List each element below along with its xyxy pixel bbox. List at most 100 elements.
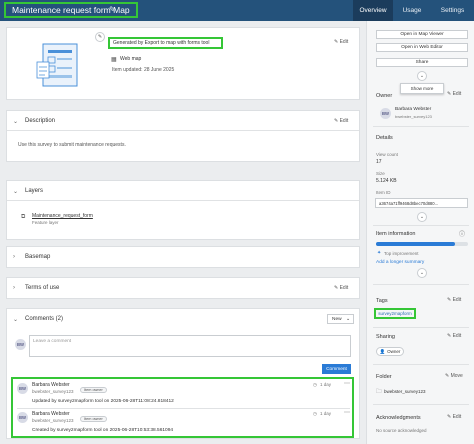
comments-heading: Comments (2): [25, 316, 64, 322]
layers-card: ⌄ Layers ⧉ Maintenance_request_form Feat…: [6, 180, 360, 240]
divider: [373, 284, 469, 285]
comment-text: Updated by survey2mapform tool on 2025-0…: [32, 399, 174, 404]
terms-edit-label[interactable]: Edit: [340, 285, 349, 291]
terms-card[interactable]: › Terms of use ✎ Edit: [6, 277, 360, 299]
move-folder-link[interactable]: ✎ Move: [445, 373, 463, 379]
avatar: BW: [380, 108, 391, 119]
tab-settings[interactable]: Settings: [431, 0, 474, 21]
chevron-down-icon[interactable]: ⌄: [417, 71, 427, 81]
edit-title-icon[interactable]: ✎: [109, 5, 116, 14]
item-id-field[interactable]: a3674a71ff9468d8bec70d880...: [375, 198, 468, 208]
move-label[interactable]: Move: [451, 373, 463, 379]
sharing-heading: Sharing: [376, 334, 395, 340]
owner-username: bwebster_survey123: [395, 114, 432, 119]
chevron-down-icon[interactable]: ⌄: [13, 188, 18, 195]
divider: [373, 126, 469, 127]
tags-edit-label[interactable]: Edit: [453, 297, 462, 303]
share-button[interactable]: Share: [376, 58, 468, 67]
status-badge: Item owner: [80, 416, 107, 422]
item-id-value: a3674a71ff9468d8bec70d880...: [379, 200, 439, 206]
summary-card: ✎ Generated by Export to map with forms …: [6, 27, 360, 100]
folder-value: bwebster_survey123: [384, 389, 426, 394]
folder-icon: 🗀: [376, 389, 382, 395]
acknowledgments-heading: Acknowledgments: [376, 415, 421, 421]
layer-link[interactable]: Maintenance_request_form: [32, 213, 93, 219]
avatar: BW: [15, 339, 26, 350]
comment-text: Created by survey2mapform tool on 2025-0…: [32, 428, 174, 433]
owner-name[interactable]: Barbara Webster: [395, 107, 431, 112]
more-options-icon[interactable]: ⋯: [344, 409, 350, 416]
item-id-label: Item ID: [376, 190, 391, 195]
chevron-down-icon[interactable]: ⌄: [417, 268, 427, 278]
top-improvement-icon: ✦: [377, 250, 382, 256]
person-icon: 👤: [379, 348, 386, 354]
size-label: Size: [376, 171, 385, 176]
summary-edit-label[interactable]: Edit: [340, 39, 349, 45]
owner-edit-link[interactable]: ✎ Edit: [447, 91, 461, 97]
open-map-viewer-button[interactable]: Open in Map Viewer: [376, 30, 468, 39]
tab-usage[interactable]: Usage: [393, 0, 431, 21]
tab-overview[interactable]: Overview: [353, 0, 393, 21]
divider: [7, 200, 359, 201]
divider: [7, 130, 359, 131]
divider: [17, 408, 350, 409]
page-title: Maintenance request form Map: [4, 2, 138, 18]
main-content: ✎ Generated by Export to map with forms …: [0, 21, 366, 444]
comment-time: 1 day: [320, 411, 332, 416]
divider: [373, 327, 469, 328]
divider: [373, 404, 469, 405]
clock-icon: ◷: [313, 382, 317, 387]
terms-edit-link[interactable]: ✎ Edit: [334, 285, 348, 291]
comment-time: 1 day: [320, 382, 332, 387]
edit-thumbnail-button[interactable]: ✎: [95, 32, 105, 42]
divider: [373, 364, 469, 365]
chevron-down-icon[interactable]: ⌄: [13, 118, 18, 125]
chevron-right-icon[interactable]: ›: [13, 285, 15, 291]
view-count-label: View count: [376, 152, 398, 157]
chevron-right-icon[interactable]: ›: [13, 254, 15, 260]
chevron-down-icon[interactable]: ⌄: [13, 316, 18, 323]
comment-input[interactable]: Leave a comment: [29, 335, 351, 357]
folder-heading: Folder: [376, 374, 392, 380]
ack-edit-link[interactable]: ✎ Edit: [447, 414, 461, 420]
tag-chip[interactable]: survey2mapform: [374, 308, 416, 319]
layers-heading: Layers: [25, 188, 44, 194]
comments-list: BW Barbara Webster bwebster_survey123 It…: [11, 377, 354, 438]
ack-edit-label[interactable]: Edit: [453, 414, 462, 420]
more-options-icon[interactable]: ⋯: [344, 380, 350, 387]
comment-username: bwebster_survey123: [32, 389, 74, 394]
item-info-progress: [376, 242, 468, 246]
sharing-edit-link[interactable]: ✎ Edit: [447, 333, 461, 339]
size-value: 5.124 KB: [376, 178, 397, 184]
description-edit-link[interactable]: ✎ Edit: [334, 118, 348, 124]
basemap-card[interactable]: › Basemap: [6, 246, 360, 268]
clock-icon: ◷: [313, 411, 317, 416]
sort-select[interactable]: New ⌄: [327, 314, 354, 324]
tags-edit-link[interactable]: ✎ Edit: [447, 297, 461, 303]
terms-heading: Terms of use: [25, 285, 60, 291]
avatar: BW: [17, 412, 28, 423]
avatar: BW: [17, 383, 28, 394]
description-edit-label[interactable]: Edit: [340, 118, 349, 124]
view-count: 17: [376, 159, 382, 165]
sharing-chip: 👤 Owner: [376, 347, 404, 356]
open-web-editor-button[interactable]: Open in Web Editor: [376, 43, 468, 52]
show-more-tooltip: Show more: [400, 83, 444, 94]
item-info-status: Top improvement: [384, 251, 419, 256]
comment-author: Barbara Webster: [32, 382, 70, 388]
chevron-down-icon: ⌄: [345, 316, 350, 322]
summary-edit-link[interactable]: ✎ Edit: [334, 39, 348, 45]
sharing-edit-label[interactable]: Edit: [453, 333, 462, 339]
add-summary-link[interactable]: Add a longer summary: [376, 260, 424, 265]
chevron-down-icon[interactable]: ⌄: [417, 212, 427, 222]
sort-value: New: [332, 316, 342, 322]
item-info-progress-fill: [376, 242, 456, 246]
item-info-heading: Item information: [376, 231, 416, 237]
owner-edit-label[interactable]: Edit: [453, 91, 462, 97]
description-card: ⌄ Description ✎ Edit Use this survey to …: [6, 110, 360, 162]
sharing-value: Owner: [387, 349, 401, 354]
status-badge: Item owner: [80, 387, 107, 393]
sidebar: Open in Map Viewer Open in Web Editor Sh…: [366, 21, 474, 444]
comment-submit-button[interactable]: Comment: [322, 364, 351, 374]
info-icon[interactable]: ⓘ: [459, 229, 465, 238]
